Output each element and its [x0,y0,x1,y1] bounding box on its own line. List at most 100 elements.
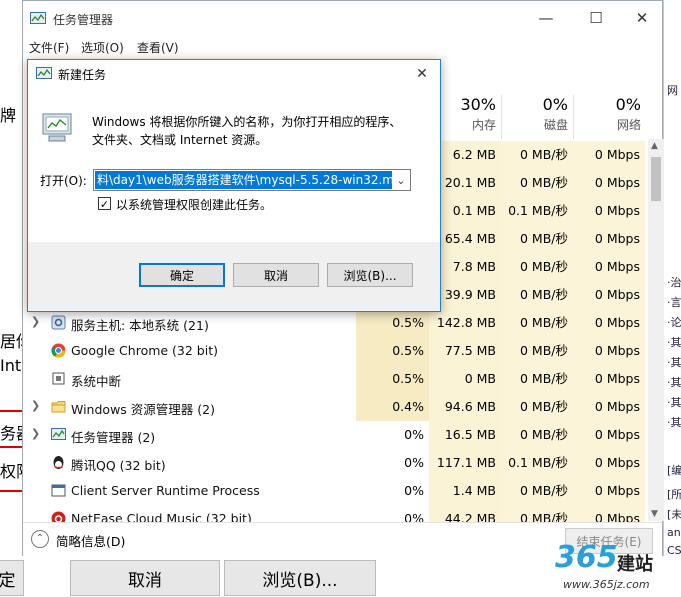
bg-fragment: and [667,526,681,539]
disk-cell: 0 MB/秒 [501,337,573,365]
chrome-icon [51,343,66,358]
disk-cell: 0.1 MB/秒 [501,449,573,477]
column-header-disk[interactable]: 0% 磁盘 [496,95,568,133]
table-row[interactable]: 系统中断 0.5% 0 MB 0 MB/秒 0 Mbps [23,365,648,393]
scrollbar-thumb[interactable] [651,157,661,201]
network-cell: 0 Mbps [573,337,645,365]
menu-view[interactable]: 查看(V) [137,39,179,56]
background-window-right: 网 ·治 ·言 ·论 ·其 ·其 ·其 ·其 ·其 [编 [所 [未 and C… [663,0,681,597]
memory-cell: 117.1 MB [429,449,501,477]
table-row[interactable]: Google Chrome (32 bit) 0.5% 77.5 MB 0 MB… [23,337,648,365]
cpu-cell: 0% [404,483,424,498]
dropdown-arrow-icon[interactable]: ⌄ [392,170,410,190]
cpu-cell: 0% [404,427,424,442]
dialog-description-line2: 文件夹、文档或 Internet 资源。 [92,133,268,147]
bg-red-underline [0,490,22,492]
taskmgr-icon [51,428,66,440]
close-button[interactable]: ✕ [625,5,659,31]
disk-cell: 0 MB/秒 [501,477,573,505]
memory-cell: 44.2 MB [429,505,501,522]
gear-icon [51,315,66,330]
table-row[interactable]: 腾讯QQ (32 bit) 0% 117.1 MB 0.1 MB/秒 0 Mbp… [23,449,648,477]
disk-cell: 0 MB/秒 [501,309,573,337]
maximize-button[interactable]: ☐ [579,5,613,31]
network-cell: 0 Mbps [573,477,645,505]
minimize-button[interactable]: — [529,5,563,31]
process-name: Google Chrome (32 bit) [71,343,218,358]
bg-browse-button: 浏览(B)... [224,560,376,596]
bg-red-underline [0,410,22,412]
cpu-cell: 0% [404,511,424,522]
process-name: NetEase Cloud Music (32 bit) [71,511,252,522]
memory-cell: 0 MB [429,365,501,393]
network-cell: 0 Mbps [573,281,645,309]
process-name: 服务主机: 本地系统 (21) [71,318,209,333]
cancel-button[interactable]: 取消 [233,263,319,287]
bg-fragment: [编 [667,464,681,477]
column-header-network[interactable]: 0% 网络 [569,95,641,133]
admin-checkbox[interactable]: ✓ [98,197,111,211]
process-icon [51,484,66,497]
bg-fragment: [未 [667,508,681,521]
memory-cell: 16.5 MB [429,421,501,449]
disk-cell: 0 MB/秒 [501,225,573,253]
network-cell: 0 Mbps [573,141,645,169]
scroll-down-icon[interactable]: ▼ [651,509,658,519]
expand-chevron-icon[interactable]: ❯ [31,427,40,440]
cpu-cell: 0% [404,455,424,470]
music-icon [51,511,66,522]
bg-cancel-button: 取消 [70,560,220,596]
table-row[interactable]: ❯ Windows 资源管理器 (2) 0.4% 94.6 MB 0 MB/秒 … [23,393,648,421]
expand-chevron-icon[interactable]: ❯ [31,399,40,412]
disk-cell: 0 MB/秒 [501,141,573,169]
network-label: 网络 [616,118,641,132]
table-row[interactable]: ❯ 服务主机: 本地系统 (21) 0.5% 142.8 MB 0 MB/秒 0… [23,309,648,337]
open-input-text[interactable]: 料\day1\web服务器搭建软件\mysql-5.5.28-win32.msi [95,171,406,189]
network-cell: 0 Mbps [573,169,645,197]
watermark-brand: 建站 [617,554,653,575]
cpu-cell: 0.5% [356,309,429,337]
expand-chevron-icon[interactable]: ❯ [31,315,40,328]
network-percent: 0% [615,95,641,114]
bg-fragment: ·论 [667,316,681,329]
table-row[interactable]: ❯ 任务管理器 (2) 0% 16.5 MB 0 MB/秒 0 Mbps [23,421,648,449]
disk-label: 磁盘 [543,118,568,132]
ok-button[interactable]: 确定 [139,263,225,287]
task-manager-icon [36,67,52,79]
create-new-task-dialog: 新建任务 ✕ Windows 将根据你所键入的名称，为你打开相应的程序、 文件夹… [27,59,441,312]
open-combobox[interactable]: 料\day1\web服务器搭建软件\mysql-5.5.28-win32.msi… [93,169,411,191]
disk-cell: 0 MB/秒 [501,169,573,197]
title-bar[interactable]: 任务管理器 — ☐ ✕ [23,1,662,35]
disk-cell: 0 MB/秒 [501,253,573,281]
watermark-url: www.365jz.com [563,578,650,591]
network-cell: 0 Mbps [573,309,645,337]
collapse-chevron-icon[interactable]: ⌃ [31,530,49,548]
menu-options[interactable]: 选项(O) [81,39,124,56]
memory-cell: 94.6 MB [429,393,501,421]
bg-fragment: ·其 [667,416,681,429]
memory-cell: 1.4 MB [429,477,501,505]
bg-ok-button: 定 [0,560,24,596]
open-label: 打开(O): [40,174,87,188]
dialog-button-bar: 确定 取消 浏览(B)... [28,242,440,311]
process-name: 腾讯QQ (32 bit) [71,458,166,473]
dialog-close-button[interactable]: ✕ [412,64,432,84]
network-cell: 0 Mbps [573,449,645,477]
admin-checkbox-label: 以系统管理权限创建此任务。 [116,198,273,212]
disk-cell: 0 MB/秒 [501,505,573,522]
bg-fragment: ·其 [667,396,681,409]
network-cell: 0 Mbps [573,225,645,253]
memory-cell: 142.8 MB [429,309,501,337]
table-row[interactable]: NetEase Cloud Music (32 bit) 0% 44.2 MB … [23,505,648,522]
fewer-details-link[interactable]: 简略信息(D) [56,531,125,550]
qq-icon [53,456,64,469]
browse-button[interactable]: 浏览(B)... [327,263,413,287]
menu-file[interactable]: 文件(F) [29,39,69,56]
bg-fragment: Int [0,356,22,375]
dialog-title-bar[interactable]: 新建任务 ✕ [28,60,440,88]
scroll-up-icon[interactable]: ▲ [651,141,658,151]
disk-cell: 0 MB/秒 [501,281,573,309]
table-row[interactable]: Client Server Runtime Process 0% 1.4 MB … [23,477,648,505]
cpu-cell: 0.4% [356,393,429,421]
bg-fragment: ·其 [667,376,681,389]
